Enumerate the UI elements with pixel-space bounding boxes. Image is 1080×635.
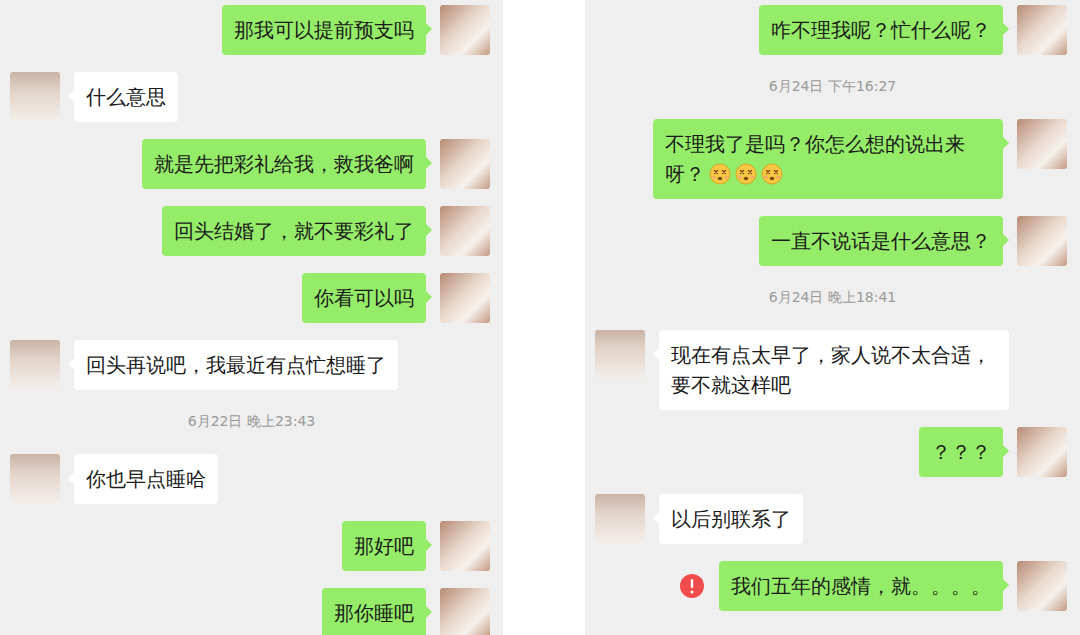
- my-avatar[interactable]: [440, 206, 490, 256]
- contact-avatar[interactable]: [10, 340, 60, 390]
- divider-gap: [503, 0, 585, 635]
- my-avatar[interactable]: [440, 273, 490, 323]
- message-bubble[interactable]: 回头结婚了，就不要彩礼了: [162, 206, 426, 256]
- my-avatar[interactable]: [1017, 5, 1067, 55]
- sent-message-row: 回头结婚了，就不要彩礼了: [0, 206, 503, 256]
- contact-avatar[interactable]: [10, 72, 60, 122]
- dizzy-face-icon: [709, 163, 731, 185]
- message-bubble[interactable]: 那我可以提前预支吗: [222, 5, 426, 55]
- contact-avatar[interactable]: [595, 330, 645, 380]
- sent-message-row: 咋不理我呢？忙什么呢？: [585, 5, 1080, 55]
- my-avatar[interactable]: [440, 521, 490, 571]
- message-bubble[interactable]: 我们五年的感情，就。。。。: [719, 561, 1003, 611]
- contact-avatar[interactable]: [10, 454, 60, 504]
- my-avatar[interactable]: [1017, 119, 1067, 169]
- send-failed-icon[interactable]: [679, 573, 705, 599]
- my-avatar[interactable]: [440, 139, 490, 189]
- sent-message-row: 那好吧: [0, 521, 503, 571]
- chat-panel: 那我可以提前预支吗什么意思就是先把彩礼给我，救我爸啊回头结婚了，就不要彩礼了你看…: [0, 0, 503, 635]
- message-bubble[interactable]: 你也早点睡哈: [74, 454, 218, 504]
- message-bubble[interactable]: 那好吧: [342, 521, 426, 571]
- chat-panel: 咋不理我呢？忙什么呢？ 6月24日 下午16:27 不理我了是吗？你怎么想的说出来呀…: [585, 0, 1080, 635]
- message-bubble[interactable]: 不理我了是吗？你怎么想的说出来呀？: [653, 119, 1003, 199]
- message-bubble[interactable]: ？？？: [919, 427, 1003, 477]
- my-avatar[interactable]: [440, 5, 490, 55]
- message-bubble[interactable]: 以后别联系了: [659, 494, 803, 544]
- message-bubble[interactable]: 一直不说话是什么意思？: [759, 216, 1003, 266]
- received-message-row: 回头再说吧，我最近有点忙想睡了: [0, 340, 503, 390]
- sent-message-row: 那你睡吧: [0, 588, 503, 635]
- my-avatar[interactable]: [1017, 427, 1067, 477]
- timestamp: 6月22日 晚上23:43: [0, 407, 503, 437]
- timestamp: 6月24日 下午16:27: [585, 72, 1080, 102]
- received-message-row: 什么意思: [0, 72, 503, 122]
- timestamp: 6月24日 晚上18:41: [585, 283, 1080, 313]
- message-bubble[interactable]: 回头再说吧，我最近有点忙想睡了: [74, 340, 398, 390]
- sent-message-row: 一直不说话是什么意思？: [585, 216, 1080, 266]
- message-bubble[interactable]: 咋不理我呢？忙什么呢？: [759, 5, 1003, 55]
- screenshot-pair: 那我可以提前预支吗什么意思就是先把彩礼给我，救我爸啊回头结婚了，就不要彩礼了你看…: [0, 0, 1080, 635]
- message-bubble[interactable]: 现在有点太早了，家人说不太合适，要不就这样吧: [659, 330, 1009, 410]
- message-bubble[interactable]: 什么意思: [74, 72, 178, 122]
- sent-message-row: 我们五年的感情，就。。。。: [585, 561, 1080, 611]
- sent-message-row: 你看可以吗: [0, 273, 503, 323]
- received-message-row: 你也早点睡哈: [0, 454, 503, 504]
- send-failed-status[interactable]: [679, 573, 705, 599]
- my-avatar[interactable]: [1017, 561, 1067, 611]
- emoji-group: [709, 163, 783, 185]
- sent-message-row: 那我可以提前预支吗: [0, 5, 503, 55]
- received-message-row: 现在有点太早了，家人说不太合适，要不就这样吧: [585, 330, 1080, 410]
- contact-avatar[interactable]: [595, 494, 645, 544]
- message-bubble[interactable]: 那你睡吧: [322, 588, 426, 635]
- message-bubble[interactable]: 你看可以吗: [302, 273, 426, 323]
- received-message-row: 以后别联系了: [585, 494, 1080, 544]
- sent-message-row: ？？？: [585, 427, 1080, 477]
- my-avatar[interactable]: [1017, 216, 1067, 266]
- sent-message-row: 不理我了是吗？你怎么想的说出来呀？: [585, 119, 1080, 199]
- my-avatar[interactable]: [440, 588, 490, 635]
- dizzy-face-icon: [761, 163, 783, 185]
- sent-message-row: 就是先把彩礼给我，救我爸啊: [0, 139, 503, 189]
- message-bubble[interactable]: 就是先把彩礼给我，救我爸啊: [142, 139, 426, 189]
- dizzy-face-icon: [735, 163, 757, 185]
